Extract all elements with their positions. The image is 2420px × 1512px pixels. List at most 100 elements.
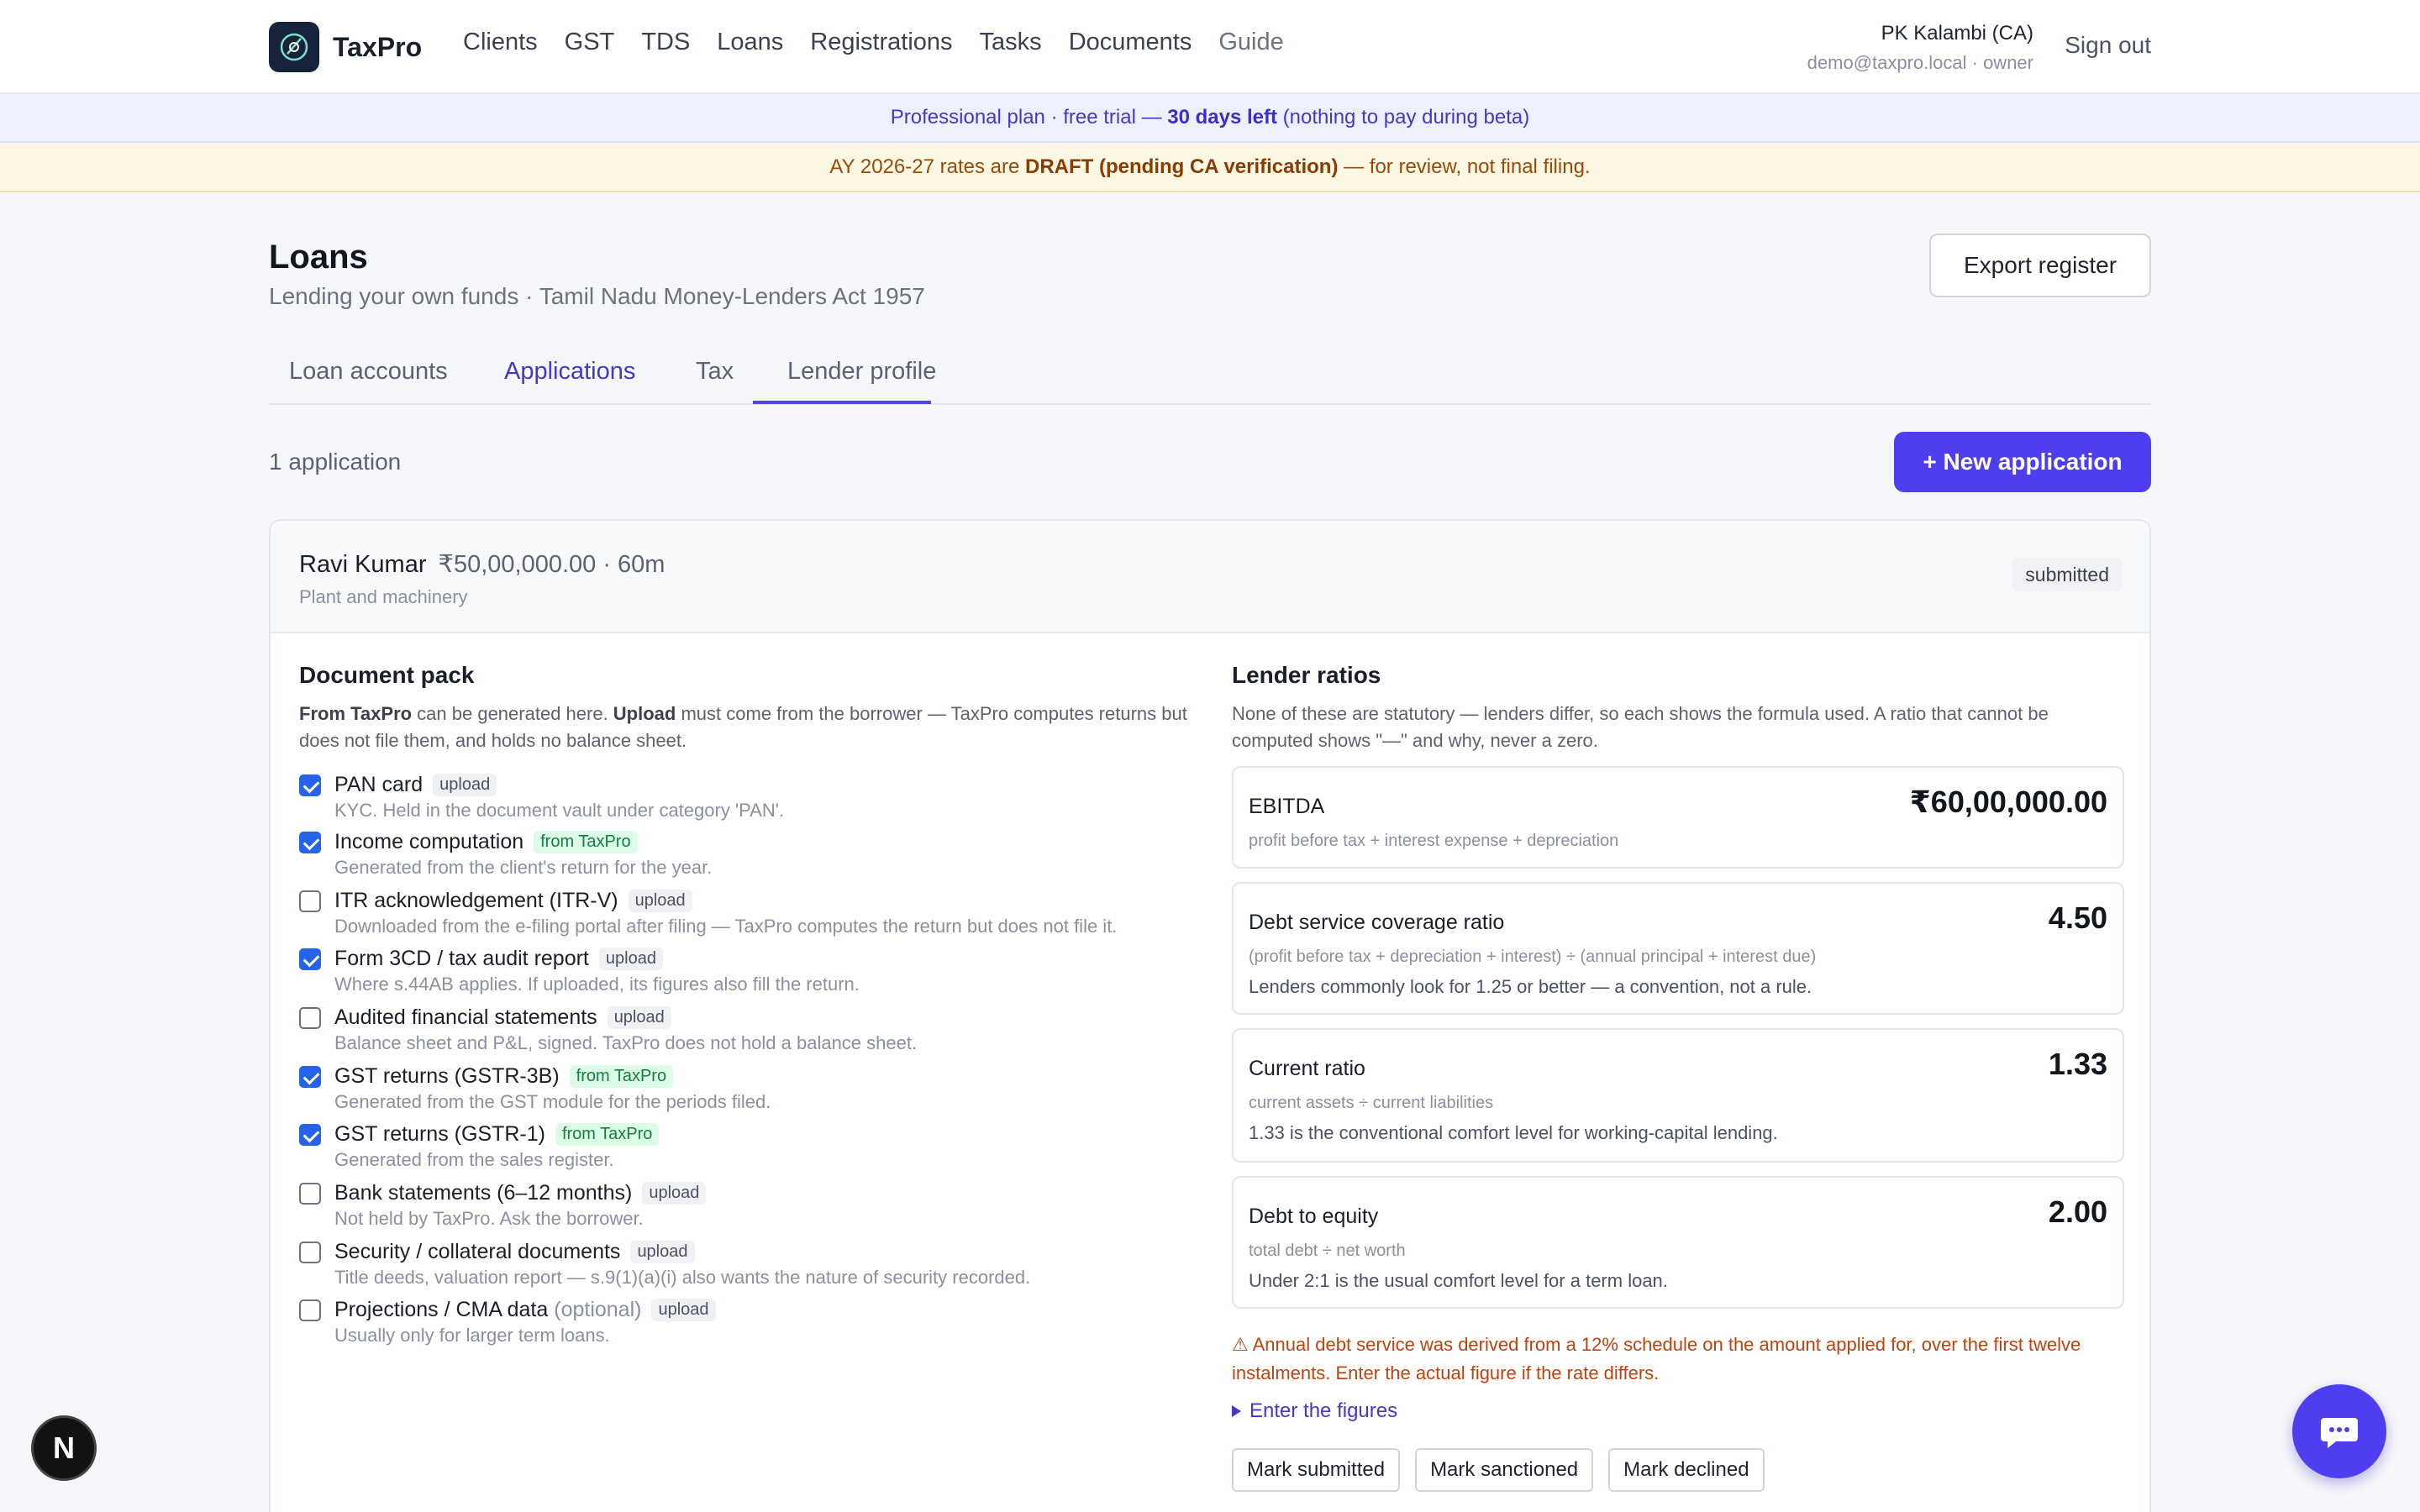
doc-label: Projections / CMA data (optional) upload xyxy=(334,1298,716,1322)
sign-out-link[interactable]: Sign out xyxy=(2065,32,2151,59)
doc-checkbox[interactable] xyxy=(299,1066,321,1088)
doc-label-text: ITR acknowledgement (ITR-V) xyxy=(334,889,618,912)
application-count: 1 application xyxy=(269,449,402,475)
tab-lender-profile[interactable]: Lender profile xyxy=(787,358,936,386)
status-actions: Mark submitted Mark sanctioned Mark decl… xyxy=(1232,1448,1765,1492)
nav-clients[interactable]: Clients xyxy=(463,29,538,56)
mark-submitted-button[interactable]: Mark submitted xyxy=(1232,1448,1401,1492)
doc-note: Title deeds, valuation report — s.9(1)(a… xyxy=(334,1267,1031,1288)
application-header[interactable]: Ravi Kumar ₹50,00,000.00 · 60m Plant and … xyxy=(271,521,2149,633)
doc-label-text: Audited financial statements xyxy=(334,1005,597,1029)
doc-tag-from-taxpro: from TaxPro xyxy=(569,1065,674,1088)
nav-tasks[interactable]: Tasks xyxy=(980,29,1042,56)
nav-registrations[interactable]: Registrations xyxy=(810,29,952,56)
doc-tag-upload: upload xyxy=(598,948,663,970)
nav-gst[interactable]: GST xyxy=(565,29,615,56)
dev-tools-badge[interactable]: N xyxy=(31,1415,97,1481)
doc-label: ITR acknowledgement (ITR-V) upload xyxy=(334,889,692,913)
doc-label-text: Projections / CMA data xyxy=(334,1298,549,1321)
draft-banner-prefix: AY 2026-27 rates are xyxy=(829,155,1020,178)
doc-note: Usually only for larger term loans. xyxy=(334,1325,610,1346)
ratio-formula: total debt ÷ net worth xyxy=(1249,1242,1406,1260)
draft-banner-suffix: — for review, not final filing. xyxy=(1344,155,1591,178)
ratio-note: 1.33 is the conventional comfort level f… xyxy=(1249,1122,1778,1143)
mark-sanctioned-button[interactable]: Mark sanctioned xyxy=(1415,1448,1594,1492)
doc-checkbox[interactable] xyxy=(299,1299,321,1321)
loan-amount-term: ₹50,00,000.00 · 60m xyxy=(438,551,666,578)
plan-days-left: 30 days left xyxy=(1167,106,1277,129)
ratio-formula: current assets ÷ current liabilities xyxy=(1249,1094,1494,1112)
tab-tax[interactable]: Tax xyxy=(696,358,734,386)
brand[interactable]: TaxPro xyxy=(269,22,422,72)
ratio-formula: profit before tax + interest expense + d… xyxy=(1249,832,1619,850)
nav-documents[interactable]: Documents xyxy=(1069,29,1192,56)
active-tab-indicator xyxy=(753,401,931,404)
doc-note: Balance sheet and P&L, signed. TaxPro do… xyxy=(334,1032,918,1053)
doc-checkbox[interactable] xyxy=(299,890,321,912)
page-subtitle: Lending your own funds · Tamil Nadu Mone… xyxy=(269,283,925,309)
taxpro-logo-icon xyxy=(269,22,319,72)
doc-label-text: Income computation xyxy=(334,830,524,853)
doc-checkbox[interactable] xyxy=(299,832,321,853)
borrower-name: Ravi Kumar xyxy=(299,551,427,578)
nav-tds[interactable]: TDS xyxy=(641,29,690,56)
ratio-name: Current ratio xyxy=(1249,1057,1365,1080)
disclosure-triangle-icon xyxy=(1232,1405,1241,1417)
user-name: PK Kalambi (CA) xyxy=(1881,22,2033,45)
doc-tag-upload: upload xyxy=(607,1006,671,1029)
doc-optional-label: (optional) xyxy=(548,1298,642,1321)
page-title: Loans xyxy=(269,239,368,276)
doc-checkbox[interactable] xyxy=(299,1124,321,1146)
chat-button[interactable] xyxy=(2292,1384,2386,1478)
doc-checkbox[interactable] xyxy=(299,1183,321,1205)
document-pack-title: Document pack xyxy=(299,662,475,688)
ratio-card-debt-to-equity: Debt to equity 2.00 total debt ÷ net wor… xyxy=(1232,1176,2124,1309)
doc-label: Form 3CD / tax audit report upload xyxy=(334,947,663,971)
enter-figures-toggle[interactable]: Enter the figures xyxy=(1232,1399,1397,1423)
doc-label: Income computation from TaxPro xyxy=(334,830,638,854)
ratio-name: EBITDA xyxy=(1249,795,1325,818)
doc-tag-upload: upload xyxy=(642,1182,707,1205)
application-card: Ravi Kumar ₹50,00,000.00 · 60m Plant and … xyxy=(269,519,2151,1512)
chat-bubble-icon xyxy=(2321,1418,2358,1448)
debt-service-warning: ⚠ Annual debt service was derived from a… xyxy=(1232,1334,2081,1383)
ratio-formula: (profit before tax + depreciation + inte… xyxy=(1249,948,1817,966)
user-email-role: demo@taxpro.local · owner xyxy=(1807,52,2033,73)
desc-text-1: can be generated here. xyxy=(412,703,613,724)
doc-label: GST returns (GSTR-1) from TaxPro xyxy=(334,1122,660,1147)
nav-loans[interactable]: Loans xyxy=(717,29,783,56)
tab-loan-accounts[interactable]: Loan accounts xyxy=(289,358,448,386)
draft-rates-banner: AY 2026-27 rates are DRAFT (pending CA v… xyxy=(0,143,2420,192)
ratio-value: ₹60,00,000.00 xyxy=(1909,785,2107,819)
ratio-card-current-ratio: Current ratio 1.33 current assets ÷ curr… xyxy=(1232,1028,2124,1163)
export-register-button[interactable]: Export register xyxy=(1929,234,2151,297)
doc-tag-from-taxpro: from TaxPro xyxy=(555,1123,660,1146)
doc-label-text: Bank statements (6–12 months) xyxy=(334,1181,633,1205)
doc-tag-from-taxpro: from TaxPro xyxy=(534,831,638,853)
nav-guide[interactable]: Guide xyxy=(1218,29,1283,56)
doc-checkbox[interactable] xyxy=(299,1242,321,1263)
new-application-button[interactable]: + New application xyxy=(1894,432,2151,492)
doc-checkbox[interactable] xyxy=(299,948,321,970)
enter-figures-label: Enter the figures xyxy=(1249,1399,1398,1422)
ratio-note: Under 2:1 is the usual comfort level for… xyxy=(1249,1270,1668,1291)
doc-tag-upload: upload xyxy=(630,1241,695,1263)
mark-declined-button[interactable]: Mark declined xyxy=(1608,1448,1765,1492)
doc-note: Where s.44AB applies. If uploaded, its f… xyxy=(334,974,860,995)
doc-label-text: PAN card xyxy=(334,773,424,796)
ratio-name: Debt service coverage ratio xyxy=(1249,911,1505,934)
doc-checkbox[interactable] xyxy=(299,1007,321,1029)
tab-applications[interactable]: Applications xyxy=(504,358,635,386)
doc-note: Downloaded from the e-filing portal afte… xyxy=(334,916,1118,937)
doc-label-text: Form 3CD / tax audit report xyxy=(334,947,589,970)
doc-label: GST returns (GSTR-3B) from TaxPro xyxy=(334,1064,674,1089)
doc-note: Not held by TaxPro. Ask the borrower. xyxy=(334,1208,644,1229)
doc-label: PAN card upload xyxy=(334,773,497,797)
doc-checkbox[interactable] xyxy=(299,774,321,796)
ratio-name: Debt to equity xyxy=(1249,1205,1379,1228)
doc-note: Generated from the client's return for t… xyxy=(334,857,713,878)
plan-banner: Professional plan · free trial — 30 days… xyxy=(0,94,2420,143)
doc-label-text: GST returns (GSTR-1) xyxy=(334,1122,545,1146)
ratio-value: 2.00 xyxy=(2048,1194,2107,1229)
loan-purpose: Plant and machinery xyxy=(299,586,468,607)
